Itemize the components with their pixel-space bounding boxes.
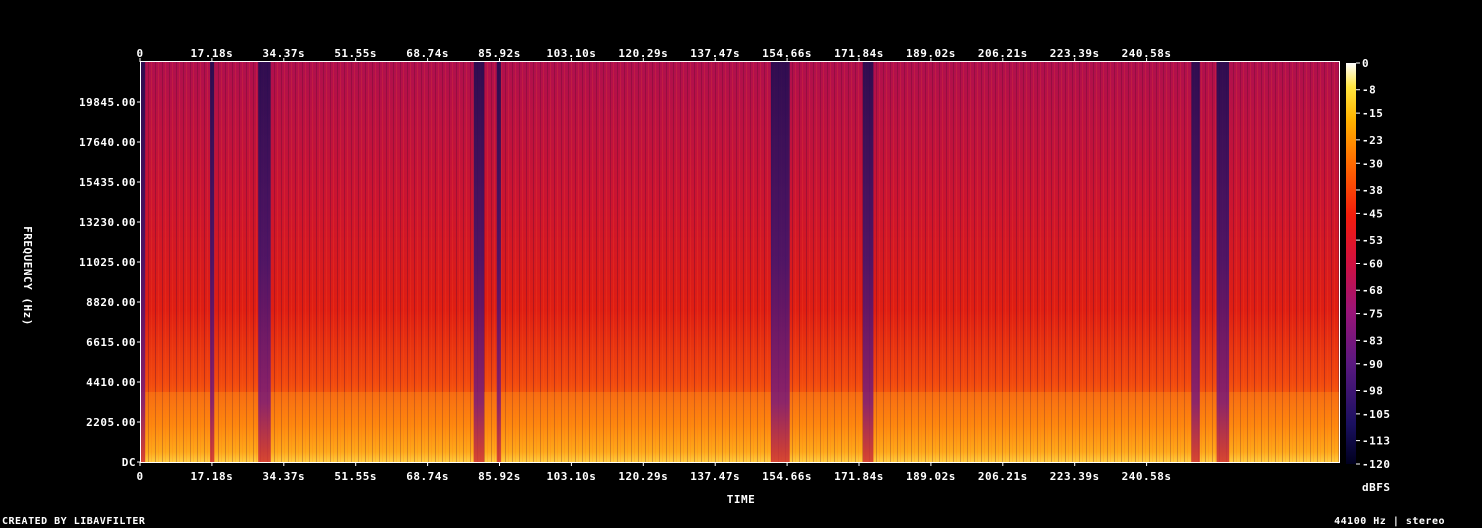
colorbar-tick-label: -15 bbox=[1362, 107, 1383, 120]
colorbar-tick-label: -38 bbox=[1362, 184, 1383, 197]
y-tick-label: 13230.00 bbox=[79, 216, 136, 229]
y-tick-label: 17640.00 bbox=[79, 136, 136, 149]
quiet-section bbox=[1216, 62, 1230, 462]
y-tick-label: 15435.00 bbox=[79, 176, 136, 189]
colorbar-label: dBFS bbox=[1362, 481, 1391, 494]
colorbar-tick-label: -68 bbox=[1362, 284, 1383, 297]
spectrogram-plot bbox=[141, 62, 1339, 462]
y-tick-label: 19845.00 bbox=[79, 96, 136, 109]
x-tick-label-bottom: 103.10s bbox=[546, 470, 596, 483]
colorbar-tick-label: -75 bbox=[1362, 308, 1383, 321]
quiet-section bbox=[770, 62, 790, 462]
x-tick-label-bottom: 154.66s bbox=[762, 470, 812, 483]
x-axis-label: TIME bbox=[727, 493, 756, 506]
x-tick-label-bottom: 223.39s bbox=[1050, 470, 1100, 483]
colorbar: 0 -8 -15 -23 -30 -38 -45 -53 -60 -68 -75 -83 -90 -98 -… bbox=[1346, 57, 1391, 471]
x-tick-label-bottom: 17.18s bbox=[191, 470, 234, 483]
x-tick-label-bottom: 51.55s bbox=[334, 470, 377, 483]
colorbar-tick-label: -8 bbox=[1362, 84, 1376, 97]
colorbar-tick-label: -105 bbox=[1362, 408, 1391, 421]
colorbar-tick-label: -23 bbox=[1362, 134, 1383, 147]
spectrogram-chart: 0017.18s17.18s34.37s34.37s51.55s51.55s68… bbox=[21, 47, 1391, 506]
footer-credit: CREATED BY LIBAVFILTER bbox=[2, 516, 146, 527]
x-tick-label-bottom: 68.74s bbox=[406, 470, 449, 483]
y-tick-label: 2205.00 bbox=[86, 416, 136, 429]
y-tick-label: DC bbox=[122, 456, 136, 469]
quiet-section bbox=[496, 62, 501, 462]
y-tick-label: 8820.00 bbox=[86, 296, 136, 309]
x-tick-label-bottom: 206.21s bbox=[978, 470, 1028, 483]
y-tick-label: 11025.00 bbox=[79, 256, 136, 269]
y-axis-label: FREQUENCY (Hz) bbox=[21, 226, 34, 326]
quiet-section bbox=[862, 62, 874, 462]
low-frequency-band bbox=[141, 392, 1339, 462]
y-tick-label: 6615.00 bbox=[86, 336, 136, 349]
colorbar-tick-label: 0 bbox=[1362, 57, 1369, 70]
colorbar-tick-label: -120 bbox=[1362, 458, 1391, 471]
colorbar-tick-label: -30 bbox=[1362, 157, 1383, 170]
quiet-section bbox=[210, 62, 215, 462]
colorbar-tick-label: -90 bbox=[1362, 358, 1383, 371]
y-tick-label: 4410.00 bbox=[86, 376, 136, 389]
colorbar-tick-label: -53 bbox=[1362, 234, 1383, 247]
colorbar-tick-label: -98 bbox=[1362, 384, 1383, 397]
x-tick-label-bottom: 34.37s bbox=[262, 470, 305, 483]
footer-sample-info: 44100 Hz | stereo bbox=[1334, 516, 1445, 527]
x-tick-label-bottom: 189.02s bbox=[906, 470, 956, 483]
colorbar-tick-label: -60 bbox=[1362, 258, 1383, 271]
x-tick-label-bottom: 0 bbox=[136, 470, 143, 483]
colorbar-tick-label: -45 bbox=[1362, 207, 1383, 220]
x-tick-label-bottom: 120.29s bbox=[618, 470, 668, 483]
x-tick-label-bottom: 85.92s bbox=[478, 470, 521, 483]
quiet-section bbox=[1191, 62, 1200, 462]
x-tick-label-bottom: 240.58s bbox=[1122, 470, 1172, 483]
x-tick-label-bottom: 171.84s bbox=[834, 470, 884, 483]
colorbar-scale bbox=[1346, 63, 1356, 464]
quiet-section bbox=[141, 62, 146, 462]
colorbar-tick-label: -113 bbox=[1362, 435, 1391, 448]
quiet-section bbox=[258, 62, 271, 462]
colorbar-tick-label: -83 bbox=[1362, 334, 1383, 347]
quiet-section bbox=[473, 62, 485, 462]
x-tick-label-bottom: 137.47s bbox=[690, 470, 740, 483]
